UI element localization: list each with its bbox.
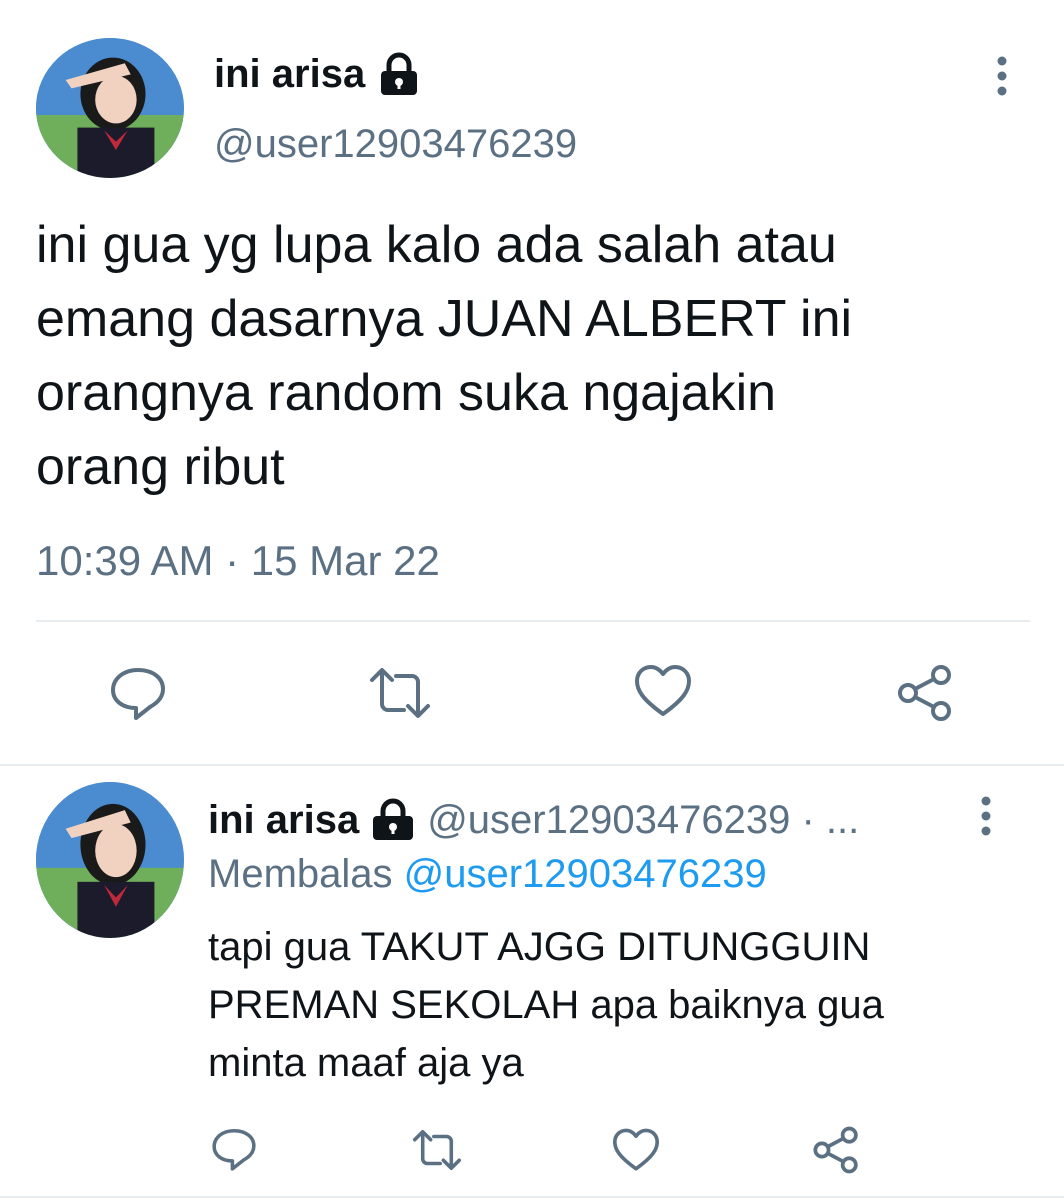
tweet-text-line: ini gua yg lupa kalo ada salah atau	[36, 216, 837, 274]
handle[interactable]: @user12903476239	[214, 118, 577, 170]
reply-text-line: minta maaf aja ya	[208, 1041, 524, 1085]
tweet-text: ini gua yg lupa kalo ada salah atau eman…	[36, 208, 1026, 504]
tweet-text-line: orang ribut	[36, 438, 285, 496]
share-icon[interactable]	[812, 1126, 860, 1174]
reply-icon[interactable]	[210, 1126, 258, 1172]
like-icon[interactable]	[634, 664, 692, 718]
replying-prefix: Membalas	[208, 852, 393, 896]
share-icon[interactable]	[896, 664, 954, 722]
avatar[interactable]	[36, 38, 184, 178]
avatar[interactable]	[36, 782, 184, 938]
replying-to-link[interactable]: @user12903476239	[404, 852, 767, 896]
divider	[0, 1196, 1064, 1198]
timestamp[interactable]: 10:39 AM · 15 Mar 22	[36, 534, 440, 588]
more-options-icon[interactable]	[990, 56, 1014, 96]
retweet-icon[interactable]	[410, 1128, 464, 1172]
reply-text-line: PREMAN SEKOLAH apa baiknya gua	[208, 983, 884, 1027]
more-options-icon[interactable]	[976, 796, 996, 836]
replying-to: Membalas @user12903476239	[208, 848, 767, 900]
lock-icon	[377, 51, 421, 97]
tweet-text-line: orangnya random suka ngajakin	[36, 364, 777, 422]
divider	[36, 620, 1030, 622]
display-name[interactable]: ini arisa	[214, 52, 365, 97]
divider	[0, 764, 1064, 766]
tweet-text-line: emang dasarnya JUAN ALBERT ini	[36, 290, 853, 348]
reply-icon[interactable]	[108, 664, 168, 722]
display-name[interactable]: ini arisa	[208, 798, 359, 843]
retweet-icon[interactable]	[366, 666, 434, 720]
reply-text-line: tapi gua TAKUT AJGG DITUNGGUIN	[208, 925, 871, 969]
reply-text: tapi gua TAKUT AJGG DITUNGGUIN PREMAN SE…	[208, 918, 1038, 1092]
handle-meta[interactable]: @user12903476239 · ...	[427, 798, 859, 843]
like-icon[interactable]	[612, 1128, 660, 1172]
lock-icon	[369, 798, 417, 842]
